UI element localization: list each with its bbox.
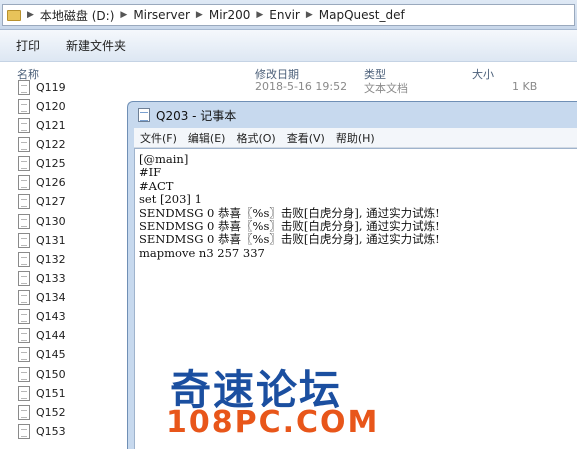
chevron-right-icon[interactable]: ▶ [256, 10, 263, 20]
text-file-icon [18, 405, 30, 420]
folder-icon [7, 9, 21, 21]
list-item[interactable]: Q127 [18, 192, 66, 211]
watermark-url: 108PC.COM [166, 405, 380, 440]
list-item[interactable]: Q152 [18, 403, 66, 422]
text-file-icon [18, 175, 30, 190]
list-item[interactable]: Q153 [18, 422, 66, 441]
text-file-icon [18, 252, 30, 267]
menu-format[interactable]: 格式(O) [236, 130, 275, 146]
file-name: Q145 [36, 348, 66, 361]
file-name: Q132 [36, 253, 66, 266]
address-bar: ▶ 本地磁盘 (D:) ▶ Mirserver ▶ Mir200 ▶ Envir… [0, 0, 577, 30]
file-size: 1 KB [512, 80, 538, 93]
list-item[interactable]: Q126 [18, 173, 66, 192]
file-name: Q126 [36, 176, 66, 189]
text-file-icon [18, 367, 30, 382]
text-file-icon [18, 118, 30, 133]
menu-view[interactable]: 查看(V) [287, 130, 325, 146]
list-item[interactable]: Q121 [18, 116, 66, 135]
chevron-right-icon[interactable]: ▶ [27, 10, 34, 20]
list-item[interactable]: Q131 [18, 231, 66, 250]
list-item[interactable]: Q143 [18, 307, 66, 326]
file-modified-date: 2018-5-16 19:52 [255, 80, 348, 93]
list-item[interactable]: Q119 [18, 80, 66, 97]
window-title: Q203 - 记事本 [156, 108, 237, 123]
column-headers: 名称 修改日期 类型 大小 [0, 62, 577, 82]
text-line: mapmove n3 257 337 [139, 245, 265, 260]
text-line: set [203] 1 [139, 192, 202, 207]
chevron-right-icon[interactable]: ▶ [196, 10, 203, 20]
breadcrumb-mirserver[interactable]: Mirserver [133, 8, 190, 22]
new-folder-button[interactable]: 新建文件夹 [66, 37, 126, 54]
file-name: Q125 [36, 157, 66, 170]
menu-edit[interactable]: 编辑(E) [188, 130, 226, 146]
text-line: SENDMSG 0 恭喜〖%s〗击败[白虎分身], 通过实力试炼! [139, 205, 440, 220]
text-file-icon [18, 290, 30, 305]
list-item[interactable]: Q133 [18, 269, 66, 288]
file-name: Q120 [36, 100, 66, 113]
breadcrumb-mir200[interactable]: Mir200 [209, 8, 251, 22]
site-watermark: 奇速论坛 108PC.COM [162, 356, 422, 446]
file-name: Q134 [36, 291, 66, 304]
explorer-toolbar: 打印 新建文件夹 [0, 30, 577, 62]
file-name: Q151 [36, 387, 66, 400]
chevron-right-icon[interactable]: ▶ [120, 10, 127, 20]
text-line: SENDMSG 0 恭喜〖%s〗击败[白虎分身], 通过实力试炼! [139, 219, 440, 234]
file-name: Q144 [36, 329, 66, 342]
text-file-icon [18, 137, 30, 152]
file-name: Q131 [36, 234, 66, 247]
notepad-title-bar[interactable]: Q203 - 记事本 [128, 102, 577, 128]
list-item[interactable]: Q134 [18, 288, 66, 307]
file-name: Q122 [36, 138, 66, 151]
text-line: SENDMSG 0 恭喜〖%s〗击败[白虎分身], 通过实力试炼! [139, 232, 440, 247]
file-name: Q153 [36, 425, 66, 438]
text-file-icon [18, 80, 30, 95]
list-item[interactable]: Q120 [18, 97, 66, 116]
text-file-icon [18, 328, 30, 343]
file-name: Q143 [36, 310, 66, 323]
breadcrumb-drive[interactable]: 本地磁盘 (D:) [40, 7, 114, 24]
chevron-right-icon[interactable]: ▶ [306, 10, 313, 20]
file-name: Q127 [36, 195, 66, 208]
file-name: Q119 [36, 81, 66, 94]
column-header-size[interactable]: 大小 [472, 66, 494, 82]
menu-help[interactable]: 帮助(H) [336, 130, 375, 146]
text-file-icon [18, 194, 30, 209]
address-breadcrumb[interactable]: ▶ 本地磁盘 (D:) ▶ Mirserver ▶ Mir200 ▶ Envir… [2, 4, 575, 26]
text-file-icon [18, 99, 30, 114]
list-item[interactable]: Q145 [18, 345, 66, 364]
text-file-icon [18, 386, 30, 401]
text-file-icon [18, 424, 30, 439]
file-name: Q121 [36, 119, 66, 132]
list-item[interactable]: Q150 [18, 365, 66, 384]
text-line: #IF [139, 165, 162, 180]
breadcrumb-envir[interactable]: Envir [269, 8, 300, 22]
list-item[interactable]: Q130 [18, 212, 66, 231]
file-name: Q152 [36, 406, 66, 419]
list-item[interactable]: Q125 [18, 154, 66, 173]
text-file-icon [18, 347, 30, 362]
list-item[interactable]: Q132 [18, 250, 66, 269]
notepad-menu-bar: 文件(F) 编辑(E) 格式(O) 查看(V) 帮助(H) [134, 128, 577, 148]
file-list: Q119 Q120 Q121 Q122 Q125 Q126 Q127 Q130 … [0, 80, 140, 449]
breadcrumb-mapquest-def[interactable]: MapQuest_def [319, 8, 405, 22]
notepad-icon [138, 108, 150, 122]
file-type: 文本文档 [364, 82, 408, 95]
text-file-icon [18, 214, 30, 229]
text-file-icon [18, 233, 30, 248]
file-name: Q150 [36, 368, 66, 381]
text-file-icon [18, 156, 30, 171]
list-item[interactable]: Q144 [18, 326, 66, 345]
text-line: #ACT [139, 178, 174, 193]
text-file-icon [18, 309, 30, 324]
text-file-icon [18, 271, 30, 286]
menu-file[interactable]: 文件(F) [140, 130, 177, 146]
list-item[interactable]: Q151 [18, 384, 66, 403]
file-name: Q133 [36, 272, 66, 285]
file-name: Q130 [36, 215, 66, 228]
text-line: [@main] [139, 152, 189, 166]
list-item[interactable]: Q122 [18, 135, 66, 154]
print-button[interactable]: 打印 [16, 37, 40, 54]
